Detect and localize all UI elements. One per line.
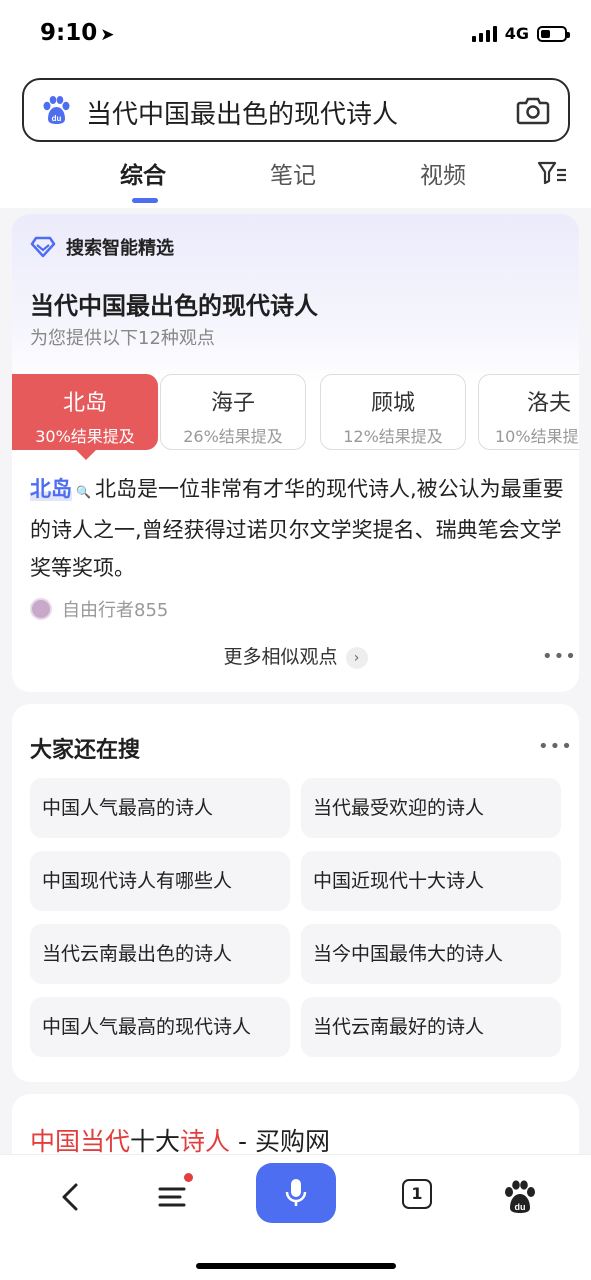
related-search-item[interactable]: 中国人气最高的诗人 <box>30 778 290 838</box>
status-bar: 9:10 ➤ 4G <box>0 0 591 66</box>
related-search-item[interactable]: 当代最受欢迎的诗人 <box>301 778 561 838</box>
opinion-chips: 北岛 30%结果提及 海子 26%结果提及 顾城 12%结果提及 洛夫 10%结… <box>12 374 579 460</box>
result-title-highlight: 诗人 <box>180 1127 231 1156</box>
status-indicators: 4G <box>471 24 570 43</box>
bottom-nav: 1 du <box>0 1154 591 1280</box>
related-search-item[interactable]: 中国现代诗人有哪些人 <box>30 851 290 911</box>
network-label: 4G <box>504 24 529 43</box>
svg-text:du: du <box>515 1202 526 1212</box>
result-title-text: 十大 <box>130 1127 181 1156</box>
ai-card-title: 当代中国最出色的现代诗人 <box>30 292 318 320</box>
author-name: 自由行者855 <box>62 600 169 621</box>
result-title-link[interactable]: 中国当代十大诗人 - 买购网 <box>30 1122 330 1158</box>
notification-dot <box>184 1173 193 1182</box>
ai-picks-card: 搜索智能精选 当代中国最出色的现代诗人 为您提供以下12种观点 北岛 30%结果… <box>12 214 579 692</box>
result-title-text: - 买购网 <box>230 1127 330 1156</box>
filter-icon[interactable] <box>537 160 567 186</box>
search-header: du 当代中国最出色的现代诗人 综合 笔记 视频 <box>0 66 591 208</box>
opinion-name: 北岛 <box>62 391 107 416</box>
related-searches-title: 大家还在搜 <box>30 738 141 763</box>
opinion-tag-link[interactable]: 北岛 <box>30 477 72 501</box>
ai-picks-label: 搜索智能精选 <box>30 234 174 260</box>
opinion-name: 洛夫 <box>527 391 572 416</box>
ai-picks-text: 搜索智能精选 <box>66 238 174 259</box>
back-icon[interactable] <box>52 1177 92 1217</box>
related-search-item[interactable]: 当代云南最出色的诗人 <box>30 924 290 984</box>
result-title-highlight: 中国当代 <box>30 1127 131 1156</box>
opinion-author: 自由行者855 <box>30 596 168 622</box>
opinion-chip-haizi[interactable]: 海子 26%结果提及 <box>160 374 306 450</box>
voice-search-button[interactable] <box>256 1163 336 1223</box>
tab-notes[interactable]: 笔记 <box>270 156 316 190</box>
status-time: 9:10 ➤ <box>40 20 115 46</box>
opinion-description: 北岛 🔍 北岛是一位非常有才华的现代诗人,被公认为最重要的诗人之一,曾经获得过诺贝尔… <box>30 470 565 587</box>
home-indicator <box>196 1263 396 1269</box>
opinion-chip-beidao[interactable]: 北岛 30%结果提及 <box>12 374 158 450</box>
related-search-item[interactable]: 当今中国最伟大的诗人 <box>301 924 561 984</box>
active-chip-pointer <box>74 448 98 460</box>
tab-all[interactable]: 综合 <box>120 156 166 190</box>
opinion-mention: 12%结果提及 <box>343 427 443 446</box>
opinion-name: 顾城 <box>370 391 415 416</box>
search-box[interactable]: du 当代中国最出色的现代诗人 <box>22 78 570 142</box>
opinion-chip-gucheng[interactable]: 顾城 12%结果提及 <box>320 374 466 450</box>
avatar <box>30 598 52 620</box>
related-search-item[interactable]: 当代云南最好的诗人 <box>301 997 561 1057</box>
related-searches-card: 大家还在搜 ••• 中国人气最高的诗人 当代最受欢迎的诗人 中国现代诗人有哪些人… <box>12 704 579 1082</box>
location-arrow-icon: ➤ <box>100 25 115 45</box>
opinion-mention: 30%结果提及 <box>35 427 135 446</box>
active-tab-indicator <box>132 198 158 203</box>
opinion-name: 海子 <box>210 391 255 416</box>
svg-text:du: du <box>52 114 62 123</box>
opinion-body: 北岛是一位非常有才华的现代诗人,被公认为最重要的诗人之一,曾经获得过诺贝尔文学奖… <box>30 477 564 580</box>
search-input[interactable]: 当代中国最出色的现代诗人 <box>86 94 398 131</box>
tabs-count-button[interactable]: 1 <box>402 1179 432 1209</box>
more-options-icon[interactable]: ••• <box>542 646 577 667</box>
ai-card-subtitle: 为您提供以下12种观点 <box>30 328 215 349</box>
result-tabs: 综合 笔记 视频 <box>0 154 591 208</box>
signal-icon <box>471 25 497 42</box>
search-small-icon: 🔍 <box>76 485 91 499</box>
more-similar-button[interactable]: 更多相似观点 › <box>12 642 579 669</box>
battery-icon <box>537 25 570 42</box>
related-search-item[interactable]: 中国近现代十大诗人 <box>301 851 561 911</box>
related-search-item[interactable]: 中国人气最高的现代诗人 <box>30 997 290 1057</box>
more-options-icon[interactable]: ••• <box>538 736 573 757</box>
more-similar-label: 更多相似观点 <box>223 646 338 668</box>
opinion-mention: 10%结果提及 <box>495 427 579 446</box>
diamond-icon <box>30 236 56 258</box>
camera-icon[interactable] <box>516 94 550 126</box>
menu-icon[interactable] <box>154 1177 194 1217</box>
baidu-home-icon[interactable]: du <box>500 1177 540 1217</box>
tab-videos[interactable]: 视频 <box>420 156 466 190</box>
baidu-paw-icon: du <box>43 96 70 124</box>
chevron-right-icon: › <box>345 646 368 669</box>
microphone-icon <box>285 1179 307 1206</box>
opinion-mention: 26%结果提及 <box>183 427 283 446</box>
opinion-chip-luofu[interactable]: 洛夫 10%结果提及 <box>478 374 579 450</box>
